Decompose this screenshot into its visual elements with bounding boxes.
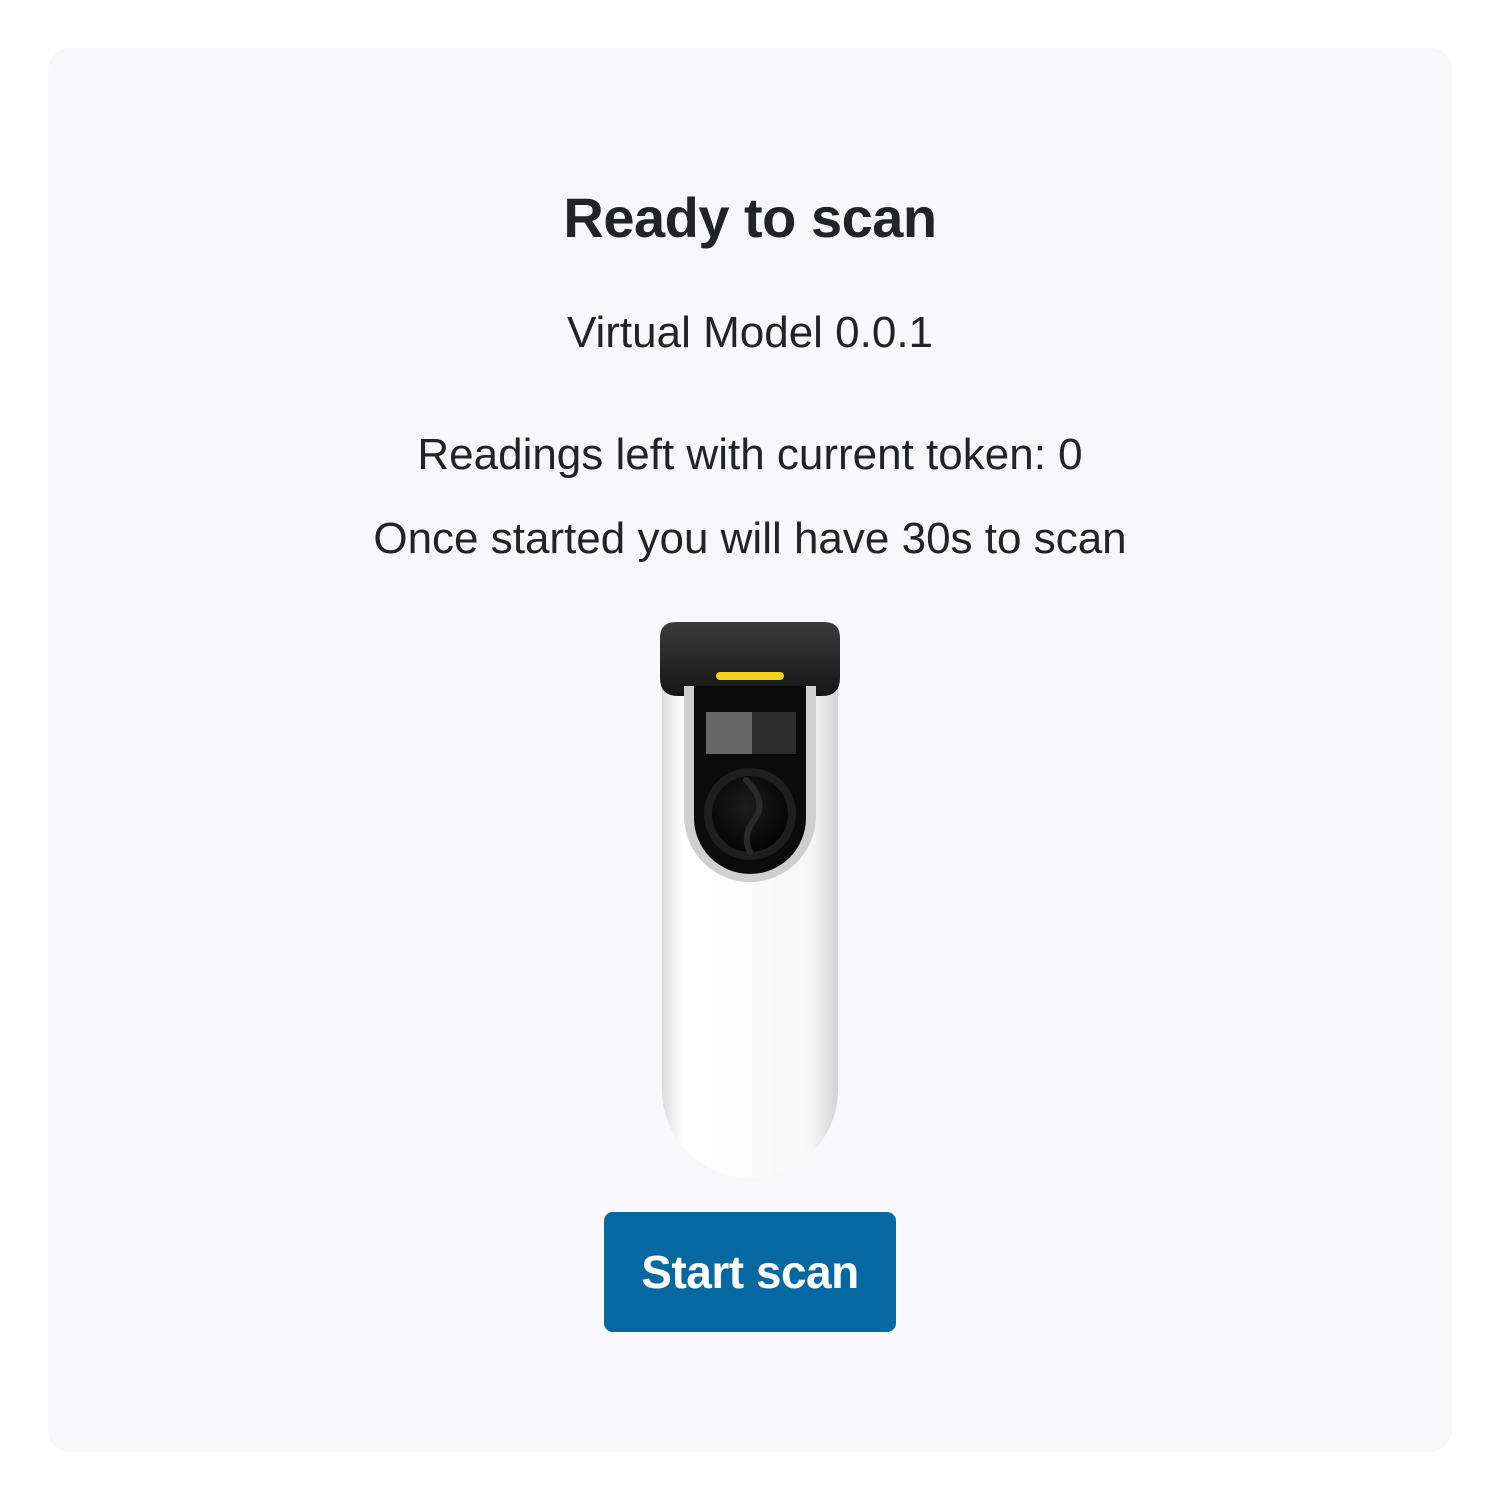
optical-sensor-right [752, 712, 796, 754]
status-led [716, 672, 784, 680]
readings-left-text: Readings left with current token: 0 [417, 430, 1083, 479]
optical-sensor-left [706, 712, 752, 754]
scanner-cap [660, 622, 840, 696]
start-scan-button[interactable]: Start scan [604, 1212, 896, 1332]
scanner-device-icon [660, 622, 840, 1178]
scan-duration-text: Once started you will have 30s to scan [373, 514, 1127, 563]
page-title: Ready to scan [563, 186, 937, 249]
device-model-label: Virtual Model 0.0.1 [566, 308, 934, 357]
fingerprint-scanner-image [650, 610, 850, 1180]
